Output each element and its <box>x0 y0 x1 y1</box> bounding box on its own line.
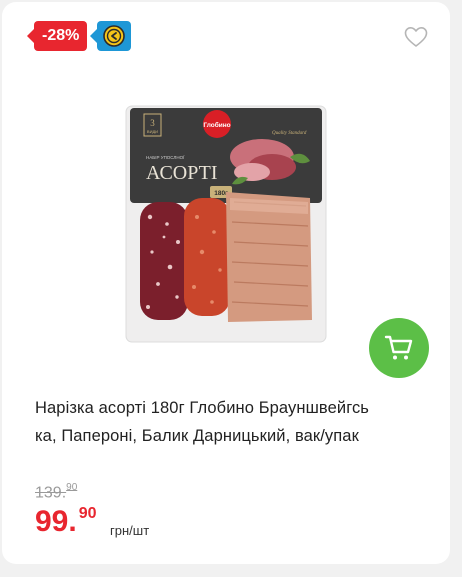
old-price-frac: 90 <box>66 482 78 493</box>
package-brand: Глобино <box>203 121 230 129</box>
cart-icon <box>384 335 413 360</box>
old-price-int: 139. <box>35 484 67 502</box>
package-count-label: ВИДИ <box>147 129 158 134</box>
badges: -28% <box>26 21 132 51</box>
coin-back-icon <box>103 25 126 47</box>
package-weight: 180г <box>214 190 228 197</box>
product-title-line-1: Нарізка асорті 180г Глобино Брауншвейгсь <box>35 399 369 417</box>
package-count: 3 <box>150 118 155 128</box>
add-to-cart-button[interactable] <box>369 318 429 378</box>
current-price: 99. 90 <box>35 504 97 540</box>
product-title[interactable]: Нарізка асорті 180г Глобино Брауншвейгсь… <box>35 394 430 450</box>
cashback-badge <box>90 21 132 51</box>
product-title-line-2: ка, Папероні, Балик Дарницький, вак/упак <box>35 427 359 445</box>
product-card[interactable]: -28% 3 ВИДИ Глобино НАБІР УПОСЛНОЇ АСОРТ… <box>2 2 450 564</box>
product-image[interactable]: 3 ВИДИ Глобино НАБІР УПОСЛНОЇ АСОРТІ Qua… <box>122 102 332 347</box>
discount-badge: -28% <box>26 21 88 51</box>
package-name: АСОРТІ <box>146 162 217 184</box>
price-unit: грн/шт <box>110 523 150 538</box>
old-price: 139.90 <box>35 482 78 502</box>
heart-outline-icon[interactable] <box>404 26 428 48</box>
package-quality: Quality Standard <box>272 131 307 136</box>
package-subtitle: НАБІР УПОСЛНОЇ <box>146 154 185 160</box>
price-int: 99. <box>35 505 77 538</box>
price-frac: 90 <box>78 505 97 522</box>
